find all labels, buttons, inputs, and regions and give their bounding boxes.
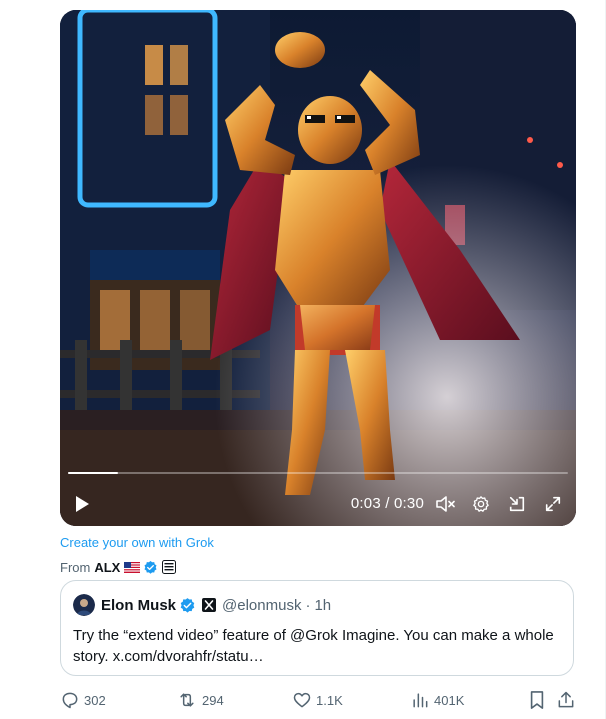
quoted-timestamp[interactable]: 1h <box>314 597 331 614</box>
quoted-author-handle[interactable]: @elonmusk <box>222 597 301 614</box>
reply-icon <box>62 692 78 709</box>
settings-button[interactable] <box>468 484 494 524</box>
tweet-actions: 302 294 1.1K 401K <box>60 688 576 712</box>
mute-button[interactable] <box>432 484 458 524</box>
dock-button[interactable] <box>504 484 530 524</box>
analytics-icon <box>413 693 428 708</box>
video-time: 0:03 / 0:30 <box>351 495 424 512</box>
bookmark-button[interactable] <box>528 688 546 712</box>
video-controls: 0:03 / 0:30 <box>60 484 576 524</box>
like-count: 1.1K <box>316 692 343 708</box>
time-separator: / <box>380 495 394 512</box>
verified-badge-icon <box>144 560 157 574</box>
share-button[interactable] <box>556 688 576 712</box>
affiliate-badge-icon <box>162 560 177 574</box>
fullscreen-button[interactable] <box>540 484 566 524</box>
fullscreen-icon <box>545 496 561 512</box>
us-flag-icon <box>124 561 141 573</box>
from-attribution: From ALX <box>60 559 177 575</box>
duration: 0:30 <box>394 495 424 512</box>
share-icon <box>558 691 574 708</box>
avatar[interactable] <box>73 594 95 616</box>
quoted-author-name[interactable]: Elon Musk <box>101 597 176 614</box>
repost-button[interactable]: 294 <box>176 688 224 712</box>
separator-dot: · <box>305 596 311 614</box>
volume-muted-icon <box>436 496 455 512</box>
grok-create-link[interactable]: Create your own with Grok <box>60 535 214 550</box>
play-icon <box>76 496 89 512</box>
from-handle[interactable]: ALX <box>94 560 120 575</box>
verified-badge-icon <box>180 597 195 613</box>
bookmark-icon <box>530 691 544 709</box>
repost-icon <box>180 693 194 707</box>
play-button[interactable] <box>68 484 96 524</box>
view-count: 401K <box>434 692 465 708</box>
repost-count: 294 <box>202 692 224 708</box>
quoted-tweet[interactable]: Elon Musk @elonmusk · 1h Try the “extend… <box>60 580 574 676</box>
video-frame <box>60 10 576 526</box>
current-time: 0:03 <box>350 495 381 512</box>
x-logo-icon <box>202 598 217 612</box>
video-player[interactable]: 0:03 / 0:30 <box>60 10 576 526</box>
dock-icon <box>509 496 525 512</box>
quoted-tweet-text: Try the “extend video” feature of @Grok … <box>73 627 554 665</box>
reply-count: 302 <box>84 692 106 708</box>
gear-icon <box>473 496 489 512</box>
views-button[interactable]: 401K <box>410 688 464 712</box>
video-progress-fill <box>68 472 118 474</box>
from-label: From <box>60 559 91 575</box>
reply-button[interactable]: 302 <box>60 688 106 712</box>
quoted-tweet-header: Elon Musk @elonmusk · 1h <box>73 593 331 617</box>
tweet-page: 0:03 / 0:30 Create your own with Grok Fr… <box>0 0 606 719</box>
video-progress-bar[interactable] <box>68 472 568 474</box>
heart-icon <box>293 692 311 708</box>
like-button[interactable]: 1.1K <box>292 688 343 712</box>
